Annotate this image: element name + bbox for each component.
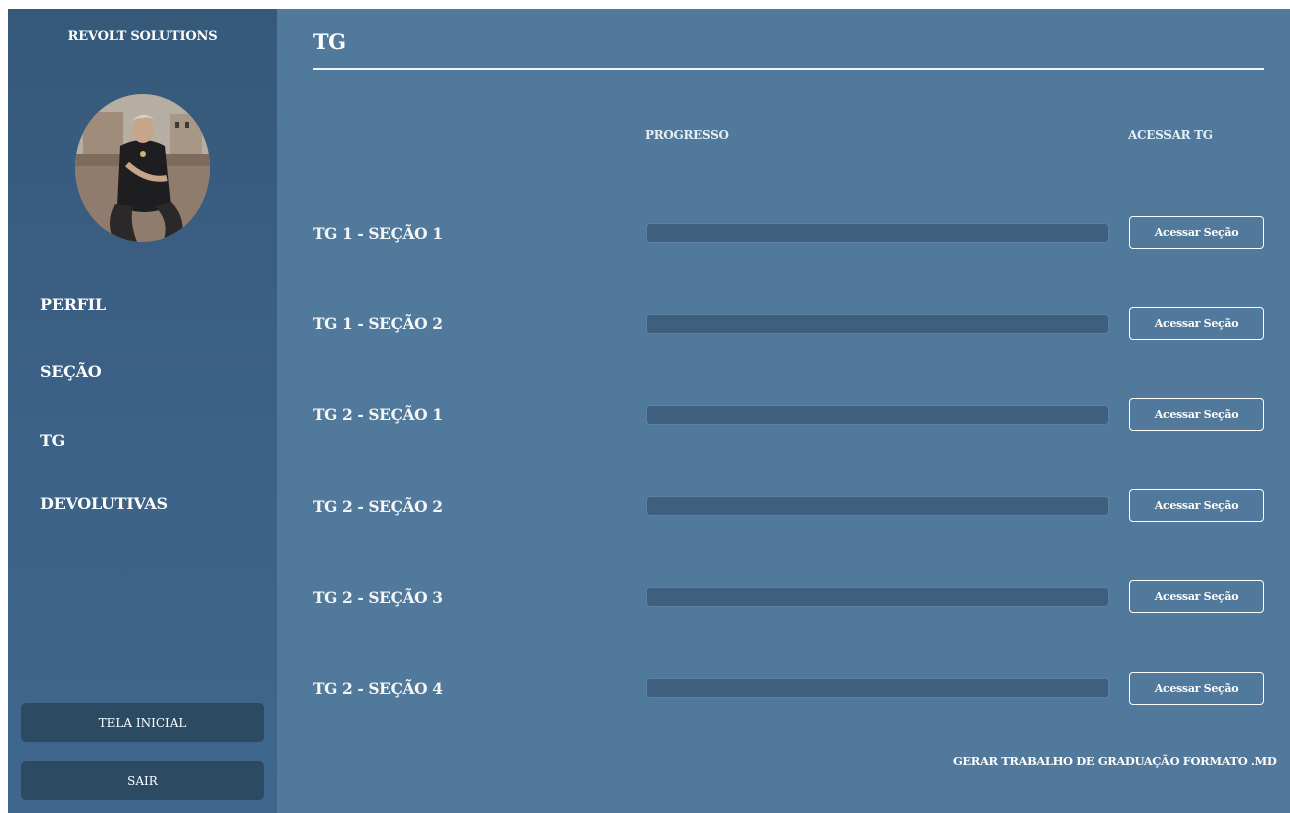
access-section-button[interactable]: Acessar Seção [1129,398,1264,431]
row-label: TG 2 - SEÇÃO 2 [313,497,443,516]
progress-bar [646,223,1109,243]
main-panel: TG PROGRESSO ACESSAR TG TG 1 - SEÇÃO 1 A… [277,9,1290,813]
nav-devolutivas[interactable]: DEVOLUTIVAS [40,494,168,513]
generate-md-link[interactable]: GERAR TRABALHO DE GRADUAÇÃO FORMATO .MD [953,754,1277,768]
avatar-photo [75,94,210,242]
nav-tg[interactable]: TG [40,431,65,450]
page-title: TG [313,29,346,54]
row-label: TG 2 - SEÇÃO 3 [313,588,443,607]
access-section-button[interactable]: Acessar Seção [1129,580,1264,613]
access-section-button[interactable]: Acessar Seção [1129,672,1264,705]
home-button[interactable]: TELA INICIAL [21,703,264,742]
row-label: TG 1 - SEÇÃO 1 [313,224,443,243]
row-label: TG 1 - SEÇÃO 2 [313,314,443,333]
sidebar: REVOLT SOLUTIONS PERFIL SEÇÃO TG DEVOLUT… [8,9,277,813]
nav-secao[interactable]: SEÇÃO [40,362,102,381]
row-label: TG 2 - SEÇÃO 1 [313,405,443,424]
access-section-button[interactable]: Acessar Seção [1129,489,1264,522]
title-divider [313,68,1264,70]
progress-column-header: PROGRESSO [645,128,729,142]
access-section-button[interactable]: Acessar Seção [1129,307,1264,340]
nav-perfil[interactable]: PERFIL [40,295,106,314]
progress-bar [646,405,1109,425]
progress-bar [646,496,1109,516]
avatar [75,94,210,242]
logout-button[interactable]: SAIR [21,761,264,800]
progress-bar [646,587,1109,607]
access-section-button[interactable]: Acessar Seção [1129,216,1264,249]
progress-bar [646,678,1109,698]
brand-name: REVOLT SOLUTIONS [67,29,218,44]
progress-bar [646,314,1109,334]
row-label: TG 2 - SEÇÃO 4 [313,679,443,698]
app-frame: REVOLT SOLUTIONS PERFIL SEÇÃO TG DEVOLUT… [8,9,1290,813]
access-column-header: ACESSAR TG [1128,128,1213,142]
